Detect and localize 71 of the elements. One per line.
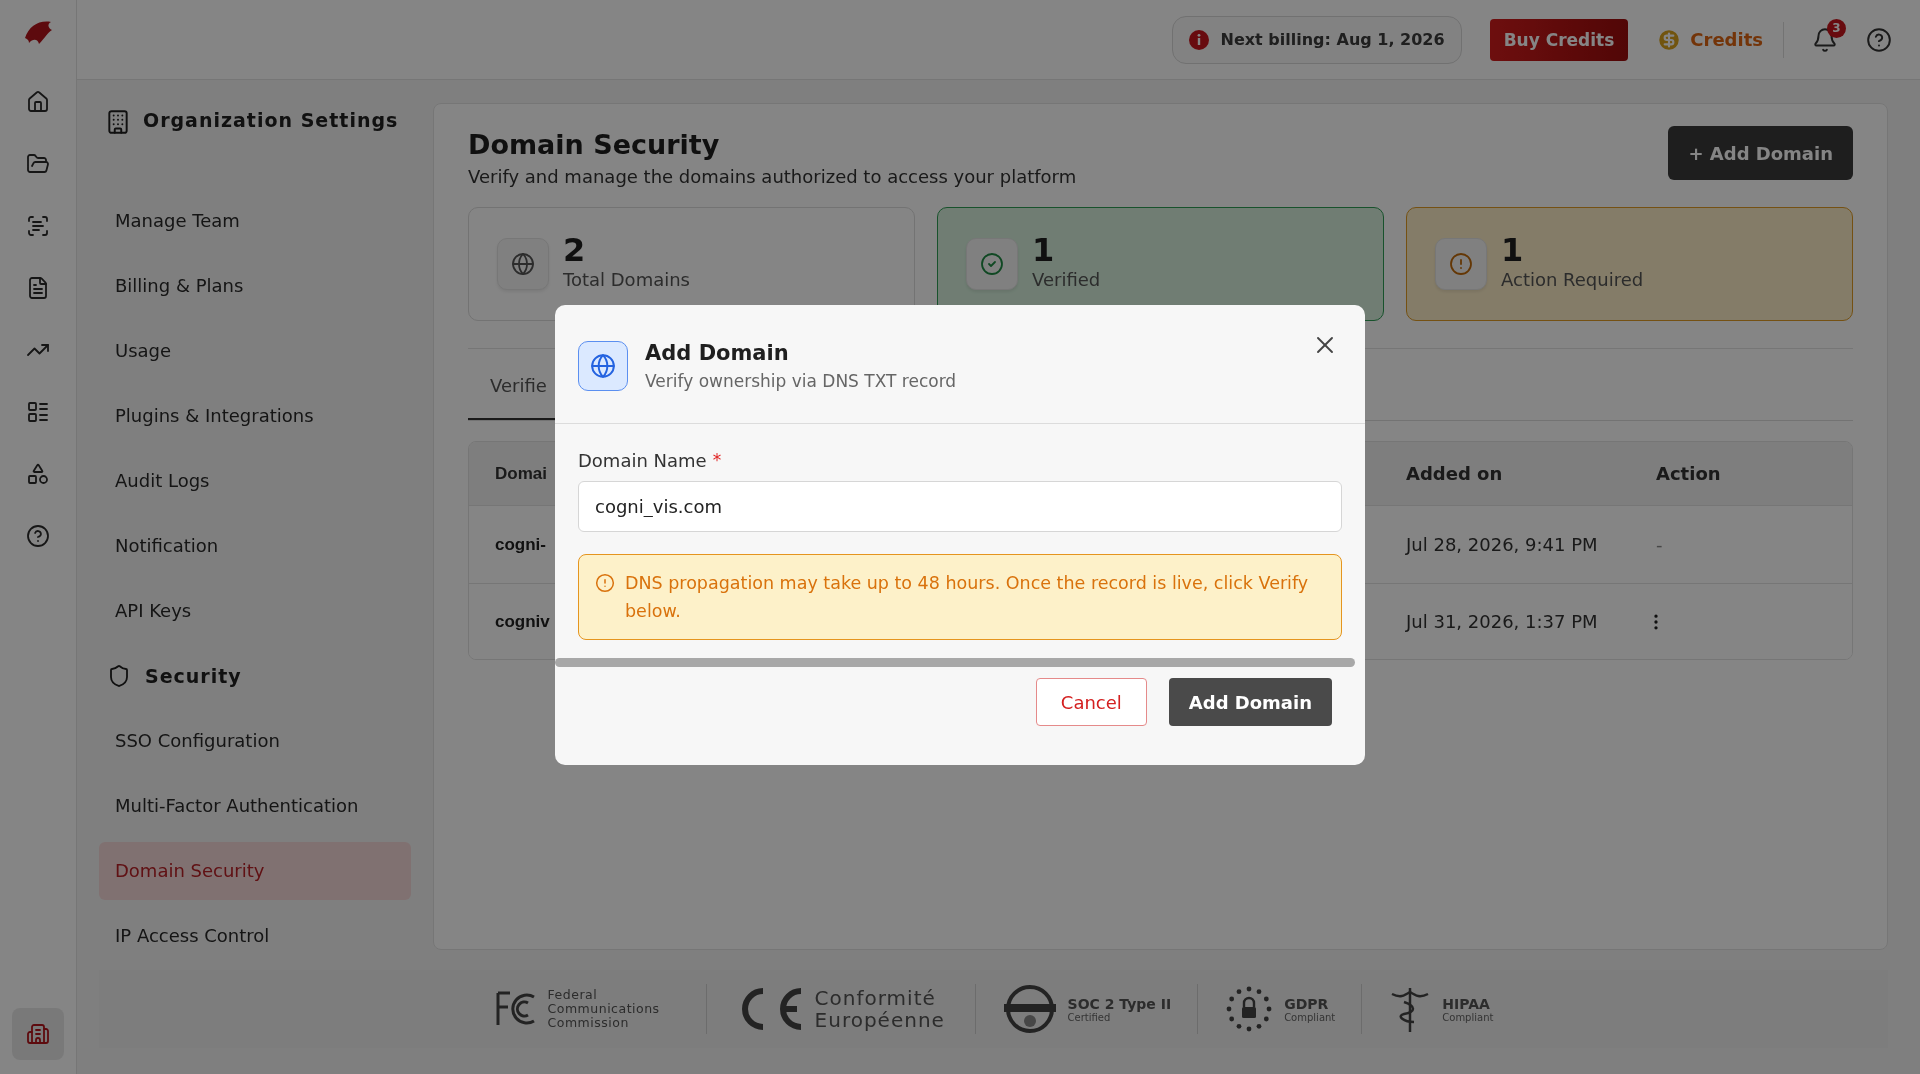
sidebar-item[interactable]: API Keys xyxy=(99,581,411,640)
sidebar-item[interactable]: Plugins & Integrations xyxy=(99,386,411,445)
sidebar-item[interactable]: Usage xyxy=(99,321,411,380)
certification-title: GDPR xyxy=(1284,995,1330,1012)
home-icon xyxy=(26,90,50,114)
column-header: Domai xyxy=(495,463,547,484)
sidebar-item[interactable]: Billing & Plans xyxy=(99,256,411,315)
table-cell: cogni- xyxy=(495,534,546,555)
scroll-bar[interactable] xyxy=(555,658,1355,667)
help-icon xyxy=(1866,26,1892,53)
page-subtitle: Verify and manage the domains authorized to access your platform xyxy=(468,166,1077,187)
column-header: Added on xyxy=(1406,463,1503,484)
certification-name: Federal Communications Commission xyxy=(547,988,661,1030)
add-domain-button[interactable]: + Add Domain xyxy=(1668,126,1853,180)
sidebar-item[interactable]: Multi-Factor Authentication xyxy=(99,776,411,835)
building-icon xyxy=(105,109,131,135)
certification-title: HIPAA xyxy=(1442,995,1491,1012)
sidebar-item[interactable]: IP Access Control xyxy=(99,906,411,950)
page-title: Domain Security xyxy=(468,129,721,160)
notification-count: 3 xyxy=(1827,18,1846,38)
dialog-subtitle: Verify ownership via DNS TXT record xyxy=(645,371,957,391)
column-header: Action xyxy=(1656,463,1721,484)
list-icon xyxy=(26,400,50,424)
help-icon xyxy=(26,524,50,548)
stat-value: 2 xyxy=(563,230,587,269)
section-title: Security xyxy=(145,664,242,687)
document-icon xyxy=(26,276,50,300)
help-button[interactable] xyxy=(1866,26,1892,53)
sidebar-item[interactable]: SSO Configuration xyxy=(99,711,411,770)
globe-icon xyxy=(511,252,535,276)
table-cell: - xyxy=(1656,534,1663,555)
stat-value: 1 xyxy=(1501,230,1525,269)
info-icon xyxy=(1188,29,1209,50)
sidebar-title: Organization Settings xyxy=(143,109,399,131)
sidebar-item[interactable]: Audit Logs xyxy=(99,451,411,510)
building-icon xyxy=(26,1022,50,1046)
add-domain-button[interactable]: Add Domain xyxy=(1168,678,1332,726)
billing-text: Next billing: Aug 1, 2026 xyxy=(1220,30,1445,49)
certification-status: Certified xyxy=(1067,1011,1112,1023)
certification-status: Compliant xyxy=(1284,1011,1336,1023)
soc-seal-icon xyxy=(1001,984,1058,1034)
stat-value: 1 xyxy=(1032,230,1056,269)
field-label: Domain Name xyxy=(578,450,707,471)
sidebar-item[interactable]: Notification xyxy=(99,516,411,575)
domain-input-field[interactable]: cogni_vis.com xyxy=(578,481,1342,532)
folder-icon xyxy=(26,152,50,176)
stat-label: Action Required xyxy=(1501,268,1644,290)
alert-icon xyxy=(595,573,615,593)
check-circle-icon xyxy=(980,252,1004,276)
scan-icon xyxy=(26,214,50,238)
required-mark: * xyxy=(712,450,722,470)
stat-label: Verified xyxy=(1032,268,1101,290)
certification-title: SOC 2 Type II xyxy=(1067,995,1172,1012)
sidebar-item[interactable]: Domain Security xyxy=(99,841,411,900)
table-cell: Jul 28, 2026, 9:41 PM xyxy=(1406,534,1598,555)
credits-button[interactable]: Credits xyxy=(1656,21,1784,58)
shapes-icon xyxy=(26,462,50,486)
table-cell: Jul 31, 2026, 1:37 PM xyxy=(1406,611,1598,632)
globe-icon xyxy=(590,353,616,379)
shield-icon xyxy=(107,663,131,688)
warning-text: DNS propagation may take up to 48 hours. Once the record is live, click Verify below. xyxy=(625,572,1310,623)
buy-credits-button[interactable]: Buy Credits xyxy=(1489,18,1629,61)
rail-button[interactable] xyxy=(12,1008,64,1060)
table-cell: cogniv xyxy=(495,611,550,632)
stat-label: Total Domains xyxy=(563,268,690,290)
sidebar-item[interactable]: Manage Team xyxy=(99,191,411,250)
dialog-title: Add Domain xyxy=(645,341,790,365)
cancel-button[interactable]: Cancel xyxy=(1035,678,1147,726)
alert-icon xyxy=(1449,252,1473,276)
certification-name: Conformité Européenne xyxy=(814,987,946,1031)
certification-status: Compliant xyxy=(1442,1011,1494,1023)
